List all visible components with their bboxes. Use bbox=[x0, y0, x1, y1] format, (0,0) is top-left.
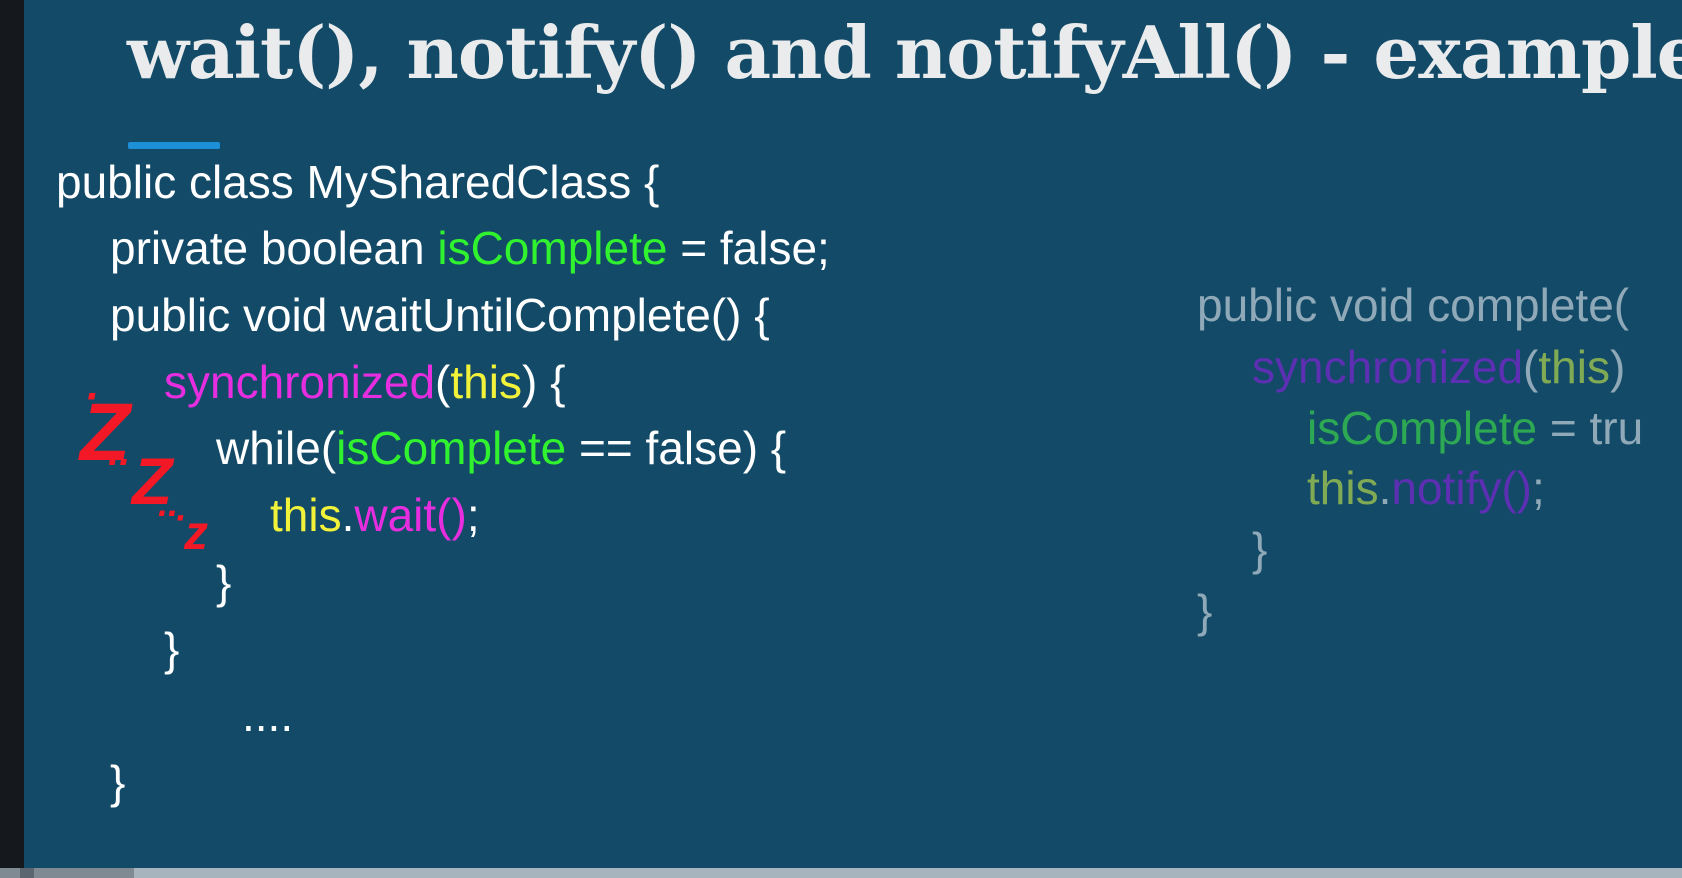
code-line-close-synchronized: } bbox=[1252, 514, 1267, 585]
code-text: public void complete( bbox=[1197, 279, 1630, 331]
sleep-dots: .. bbox=[108, 430, 131, 474]
code-text: . bbox=[1378, 462, 1392, 514]
code-this: this bbox=[1538, 341, 1610, 393]
code-line-complete-method: public void complete( bbox=[1197, 270, 1629, 341]
code-line-close-method: } bbox=[1197, 576, 1212, 647]
slide: wait(), notify() and notifyAll() - examp… bbox=[24, 0, 1682, 868]
sleep-z-small: z bbox=[184, 507, 208, 560]
left-frame-edge bbox=[0, 0, 24, 878]
code-text: } bbox=[1252, 523, 1268, 575]
code-this: this bbox=[1307, 462, 1379, 514]
code-text: ) bbox=[1609, 341, 1626, 393]
code-text: } bbox=[1197, 585, 1213, 637]
video-frame: wait(), notify() and notifyAll() - examp… bbox=[0, 0, 1682, 878]
code-method: notify() bbox=[1391, 462, 1532, 514]
code-variable: isComplete bbox=[1307, 402, 1538, 454]
code-text: ; bbox=[1531, 462, 1545, 514]
code-line-notify-call: this.notify(); bbox=[1307, 453, 1545, 524]
code-text: ( bbox=[1523, 341, 1539, 393]
code-text: = tru bbox=[1537, 402, 1644, 454]
video-progress-bar[interactable] bbox=[0, 868, 1682, 878]
code-keyword: synchronized bbox=[1252, 341, 1524, 393]
right-code-block: public void complete( synchronized(this)… bbox=[24, 0, 1682, 868]
video-progress-handle[interactable] bbox=[20, 868, 34, 878]
